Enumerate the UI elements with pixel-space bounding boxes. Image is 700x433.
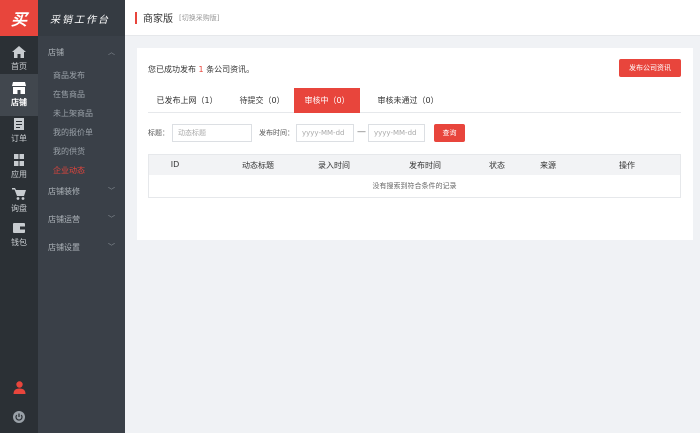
group-label: 店铺设置 — [48, 242, 80, 252]
tab-under-review[interactable]: 审核中（0） — [294, 88, 360, 113]
rail-label: 钱包 — [11, 238, 27, 247]
chevron-down-icon: ﹀ — [108, 243, 115, 251]
sidebar-group-operations[interactable]: 店铺运营 ﹀ — [38, 212, 125, 226]
end-date-input[interactable]: yyyy-MM-dd — [368, 124, 425, 142]
rail-label: 店铺 — [11, 98, 27, 107]
notice-prefix: 您已成功发布 — [148, 65, 196, 74]
apps-icon — [14, 154, 24, 166]
brand-title: 采销工作台 — [50, 14, 110, 26]
wallet-icon — [13, 223, 25, 233]
status-tabs: 已发布上网（1） 待提交（0） 审核中（0） 审核未通过（0） — [148, 88, 681, 113]
secondary-sidebar: 采销工作台 店铺 ︿ 商品发布 在售商品 未上架商品 我的报价单 我的供货 企业… — [38, 0, 125, 433]
column-header-id: ID — [170, 160, 180, 169]
logout-button[interactable] — [0, 411, 38, 423]
empty-state-message: 没有搜索到符合条件的记录 — [372, 182, 457, 190]
sidebar-group-settings[interactable]: 店铺设置 ﹀ — [38, 240, 125, 254]
power-icon — [13, 411, 25, 423]
store-icon — [12, 82, 26, 94]
tab-published[interactable]: 已发布上网（1） — [148, 88, 226, 113]
column-header-title: 动态标题 — [242, 161, 274, 170]
brand-header: 采销工作台 — [38, 0, 125, 36]
sidebar-group-store[interactable]: 店铺 ︿ — [38, 45, 125, 59]
query-button[interactable]: 查询 — [434, 124, 465, 142]
user-avatar-button[interactable] — [0, 381, 38, 394]
chevron-up-icon: ︿ — [108, 48, 115, 56]
title-accent-bar — [135, 11, 137, 24]
icon-rail: 买 首页 店铺 订单 应用 询盘 钱包 — [0, 0, 38, 433]
logo-text: 买 — [10, 10, 27, 29]
rail-item-wallet[interactable]: 钱包 — [0, 214, 38, 256]
publish-notice: 您已成功发布 1 条公司资讯。 — [148, 64, 254, 75]
sidebar-item-unlisted[interactable]: 未上架商品 — [53, 108, 93, 119]
table-header: ID 动态标题 录入时间 发布时间 状态 来源 操作 — [149, 155, 680, 175]
date-separator: — — [357, 127, 366, 137]
column-header-status: 状态 — [489, 161, 505, 170]
title-filter-input[interactable]: 动态标题 — [172, 124, 252, 142]
sidebar-item-on-sale[interactable]: 在售商品 — [53, 89, 85, 100]
cart-icon — [12, 188, 26, 200]
chevron-down-icon: ﹀ — [108, 187, 115, 195]
chevron-down-icon: ﹀ — [108, 215, 115, 223]
switch-to-buyer-link[interactable]: [切换采购版] — [179, 13, 219, 23]
tab-rejected[interactable]: 审核未通过（0） — [364, 88, 452, 113]
sidebar-group-decoration[interactable]: 店铺装修 ﹀ — [38, 184, 125, 198]
page-title: 商家版 — [143, 14, 173, 25]
column-header-actions: 操作 — [619, 161, 635, 170]
content-card: 您已成功发布 1 条公司资讯。 发布公司资讯 已发布上网（1） 待提交（0） 审… — [137, 48, 693, 240]
rail-label: 订单 — [11, 134, 27, 143]
sidebar-item-publish-product[interactable]: 商品发布 — [53, 70, 85, 81]
tab-pending[interactable]: 待提交（0） — [230, 88, 294, 113]
column-header-entry-time: 录入时间 — [318, 161, 350, 170]
column-header-publish-time: 发布时间 — [409, 161, 441, 170]
sidebar-item-company-news[interactable]: 企业动态 — [53, 165, 85, 176]
group-label: 店铺运营 — [48, 214, 80, 224]
publish-news-button[interactable]: 发布公司资讯 — [619, 59, 681, 77]
start-date-input[interactable]: yyyy-MM-dd — [296, 124, 354, 142]
app-logo[interactable]: 买 — [0, 0, 38, 36]
column-header-source: 来源 — [540, 161, 556, 170]
date-filter-label: 发布时间： — [259, 129, 294, 137]
sidebar-item-supply[interactable]: 我的供货 — [53, 146, 85, 157]
group-label: 店铺 — [48, 47, 64, 57]
home-icon — [12, 46, 26, 58]
sidebar-item-quotes[interactable]: 我的报价单 — [53, 127, 93, 138]
order-icon — [14, 118, 24, 130]
rail-label: 应用 — [11, 170, 27, 179]
rail-label: 首页 — [11, 62, 27, 71]
news-table: ID 动态标题 录入时间 发布时间 状态 来源 操作 没有搜索到符合条件的记录 — [148, 154, 681, 198]
top-bar: 商家版 [切换采购版] — [125, 0, 700, 36]
notice-suffix: 条公司资讯。 — [206, 65, 255, 74]
user-icon — [13, 381, 25, 394]
title-filter-label: 标题： — [148, 129, 169, 137]
notice-count: 1 — [198, 65, 204, 74]
rail-label: 询盘 — [11, 204, 27, 213]
group-label: 店铺装修 — [48, 186, 80, 196]
